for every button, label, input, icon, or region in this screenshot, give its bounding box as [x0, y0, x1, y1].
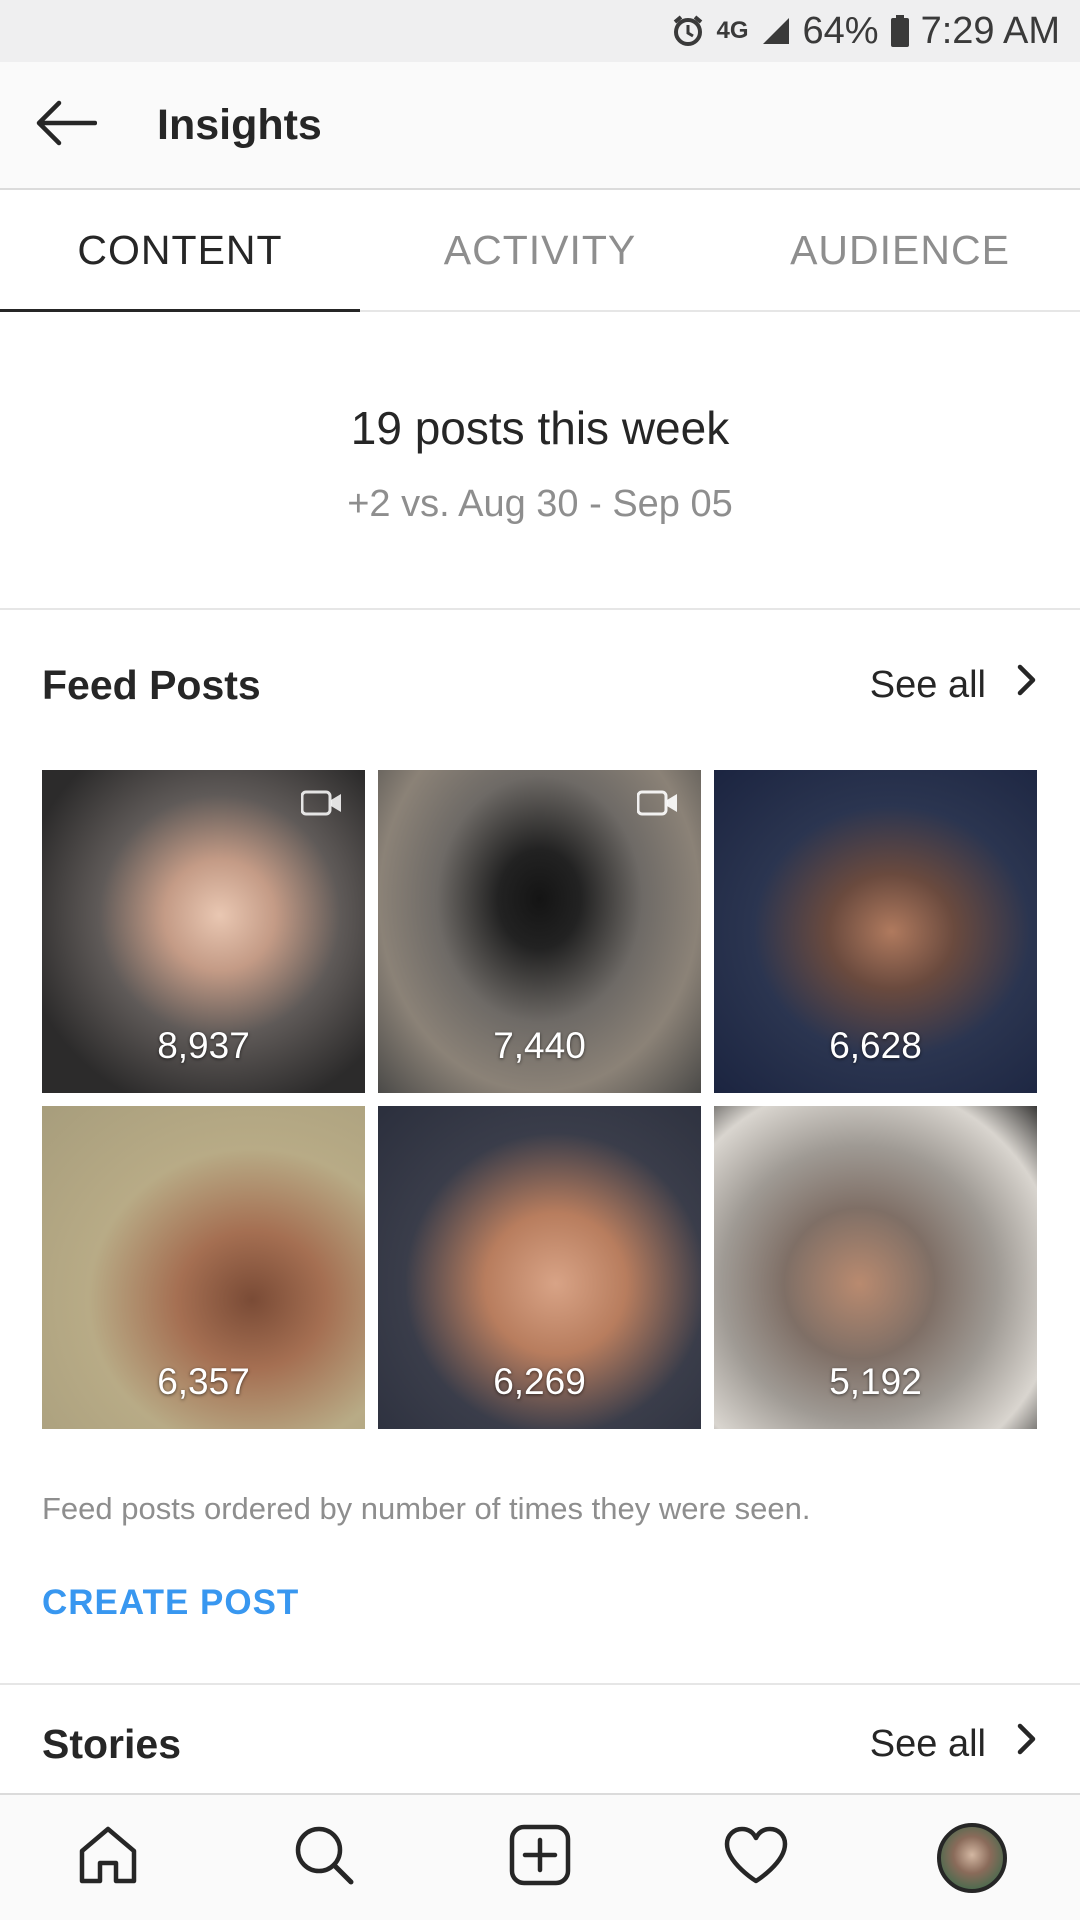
back-arrow-icon: [33, 99, 98, 152]
feed-post-thumbnail[interactable]: 8,937: [42, 770, 365, 1093]
posts-count-title: 19 posts this week: [350, 401, 730, 454]
nav-activity-button[interactable]: [696, 1798, 816, 1918]
status-bar: 4G 64% 7:29 AM: [0, 0, 1080, 62]
active-tab-indicator: [0, 309, 360, 312]
posts-comparison: +2 vs. Aug 30 - Sep 05: [347, 482, 733, 525]
add-icon: [508, 1823, 572, 1892]
post-impressions-count: 5,192: [829, 1361, 922, 1402]
stories-title: Stories: [42, 1720, 181, 1767]
post-impressions-count: 6,628: [829, 1025, 922, 1066]
feed-posts-header: Feed Posts See all: [0, 610, 1080, 760]
feed-posts-footnote: Feed posts ordered by number of times th…: [42, 1491, 811, 1526]
home-icon: [76, 1823, 140, 1892]
feed-post-thumbnail[interactable]: 6,628: [714, 770, 1037, 1093]
stories-header: Stories See all: [0, 1685, 1080, 1803]
stories-see-all-button[interactable]: See all: [870, 1722, 1038, 1766]
create-post-button[interactable]: CREATE POST: [0, 1583, 1080, 1623]
profile-avatar: [937, 1822, 1007, 1893]
post-impressions-count: 6,357: [157, 1361, 250, 1402]
search-icon: [292, 1823, 356, 1892]
clock-time: 7:29 AM: [920, 9, 1060, 52]
feed-posts-grid: 8,937 7,440 6,628 6,357 6,269 5,192: [0, 770, 1080, 1429]
bottom-navigation: [0, 1793, 1080, 1920]
feed-post-thumbnail[interactable]: 7,440: [378, 770, 701, 1093]
post-impressions-count: 7,440: [493, 1025, 586, 1066]
post-impressions-count: 6,269: [493, 1361, 586, 1402]
feed-post-thumbnail[interactable]: 5,192: [714, 1106, 1037, 1429]
see-all-label: See all: [869, 663, 986, 706]
nav-home-button[interactable]: [48, 1798, 168, 1918]
nav-add-button[interactable]: [480, 1798, 600, 1918]
feed-posts-title: Feed Posts: [42, 661, 261, 708]
video-camera-icon: [300, 788, 343, 823]
tab-content[interactable]: CONTENT: [0, 190, 360, 310]
signal-icon: [761, 16, 791, 46]
weekly-summary: 19 posts this week +2 vs. Aug 30 - Sep 0…: [0, 312, 1080, 610]
tab-audience[interactable]: AUDIENCE: [720, 190, 1080, 310]
heart-icon: [723, 1825, 789, 1890]
chevron-right-icon: [1016, 1722, 1038, 1766]
battery-icon: [890, 15, 909, 47]
feed-post-thumbnail[interactable]: 6,269: [378, 1106, 701, 1429]
tab-bar: CONTENT ACTIVITY AUDIENCE: [0, 190, 1080, 312]
network-type: 4G: [716, 17, 749, 44]
video-camera-icon: [636, 788, 679, 823]
post-impressions-count: 8,937: [157, 1025, 250, 1066]
feed-post-thumbnail[interactable]: 6,357: [42, 1106, 365, 1429]
back-button[interactable]: [0, 61, 130, 189]
alarm-icon: [671, 14, 705, 48]
see-all-label: See all: [869, 1722, 986, 1765]
nav-profile-button[interactable]: [912, 1798, 1032, 1918]
nav-search-button[interactable]: [264, 1798, 384, 1918]
page-title: Insights: [157, 100, 322, 149]
tab-activity[interactable]: ACTIVITY: [360, 190, 720, 310]
chevron-right-icon: [1016, 663, 1038, 707]
app-bar: Insights: [0, 62, 1080, 190]
battery-percent: 64%: [802, 9, 879, 52]
feed-posts-see-all-button[interactable]: See all: [870, 663, 1038, 707]
